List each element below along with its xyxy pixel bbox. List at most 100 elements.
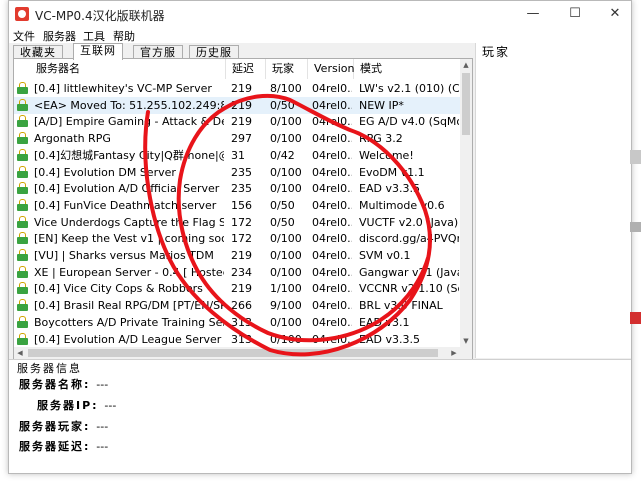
cell-name: [0.4] Brasil Real RPG/DM [PT/EN/SP]	[34, 299, 224, 313]
table-row[interactable]: [A/D] Empire Gaming - Attack & Def... 219…	[14, 113, 460, 130]
cell-mode: discord.gg/a4PVQr6n...	[359, 232, 459, 246]
cell-name: <EA> Moved To: 51.255.102.249:8192	[34, 98, 224, 112]
horizontal-scrollbar[interactable]: ◀ ▶	[14, 347, 460, 359]
table-row[interactable]: Boycotters A/D Private Training Server 31…	[14, 314, 460, 331]
cell-version: 04rel0...	[312, 332, 352, 346]
table-row[interactable]: [0.4]幻想城Fantasy City|Q群:none|@Fxz 31 0/42 0…	[14, 147, 460, 164]
column-header-version[interactable]: Version	[308, 59, 354, 79]
cell-mode: NEW IP*	[359, 98, 404, 112]
menu-server[interactable]: 服务器	[43, 28, 76, 44]
info-server-players-value: ---	[96, 420, 109, 433]
menu-bar: 文件 服务器 工具 帮助	[9, 27, 631, 43]
cell-version: 04rel0...	[312, 198, 352, 212]
server-list[interactable]: 服务器名 延迟 玩家 Version 模式 [0.4] littlewhitey…	[13, 58, 473, 360]
cell-version: 04rel0...	[312, 182, 352, 196]
cell-ping: 219	[231, 115, 252, 129]
app-icon	[15, 7, 29, 21]
cell-players: 0/50	[270, 198, 295, 212]
cell-name: XE | European Server - 0.4 [ Hosted ...	[34, 265, 224, 279]
menu-file[interactable]: 文件	[13, 28, 35, 44]
cell-mode: EG A/D v4.0 (SqMod) ...	[359, 115, 459, 129]
cell-version: 04rel0...	[312, 232, 352, 246]
table-row[interactable]: [0.4] Evolution DM Server 235 0/100 04rel0.…	[14, 164, 460, 181]
cell-version: 04rel0...	[312, 315, 352, 329]
column-header-name[interactable]: 服务器名	[30, 59, 226, 79]
vertical-scroll-thumb[interactable]	[462, 73, 470, 135]
table-row[interactable]: [EN] Keep the Vest v1 | coming soon 172 0/…	[14, 230, 460, 247]
cell-ping: 31	[231, 148, 245, 162]
horizontal-scroll-thumb[interactable]	[28, 349, 438, 357]
cell-name: [0.4] littlewhitey's VC-MP Server	[34, 82, 212, 95]
lock-icon	[17, 282, 28, 295]
column-header-mode[interactable]: 模式	[354, 59, 460, 79]
cell-version: 04rel0...	[312, 299, 352, 313]
table-row[interactable]: [0.4] Evolution A/D Official Server 235 0/…	[14, 180, 460, 197]
table-row[interactable]: [0.4] Brasil Real RPG/DM [PT/EN/SP] 266 9/…	[14, 297, 460, 314]
table-row[interactable]: Argonath RPG 297 0/100 04rel0... RPG 3.2	[14, 130, 460, 147]
background-window-edge-2	[630, 222, 641, 232]
cell-ping: 234	[231, 265, 252, 279]
cell-name: [A/D] Empire Gaming - Attack & Def...	[34, 115, 224, 129]
lock-icon	[17, 332, 28, 345]
table-row[interactable]: [0.4] FunVice Deathmatch server 156 0/50 04…	[14, 197, 460, 214]
vertical-scrollbar[interactable]: ▲ ▼	[460, 59, 472, 347]
menu-tools[interactable]: 工具	[83, 28, 105, 44]
cell-name: [0.4] Vice City Cops & Robbers	[34, 282, 203, 296]
info-server-players: 服务器玩家: ---	[19, 418, 108, 434]
table-row[interactable]: [0.4] littlewhitey's VC-MP Server 219 8/10…	[14, 80, 460, 97]
cell-ping: 219	[231, 249, 252, 262]
info-server-ping-value: ---	[96, 440, 109, 453]
cell-ping: 297	[231, 132, 252, 146]
column-header-players[interactable]: 玩家	[266, 59, 308, 79]
cell-ping: 172	[231, 215, 252, 229]
cell-ping: 219	[231, 82, 252, 95]
lock-icon	[17, 198, 28, 211]
lock-icon	[17, 232, 28, 245]
table-row[interactable]: [0.4] Vice City Cops & Robbers 219 1/100 04…	[14, 280, 460, 297]
cell-name: Argonath RPG	[34, 132, 111, 146]
table-row[interactable]: Vice Underdogs Capture the Flag Se... 172…	[14, 214, 460, 231]
table-row[interactable]: XE | European Server - 0.4 [ Hosted ... 2…	[14, 264, 460, 281]
info-server-ip-label: 服务器IP:	[37, 399, 99, 412]
tab-internet[interactable]: 互联网	[73, 43, 123, 60]
cell-ping: 235	[231, 182, 252, 196]
cell-version: 04rel0...	[312, 115, 352, 129]
cell-version: 04rel0...	[312, 165, 352, 179]
column-header-ping[interactable]: 延迟	[226, 59, 266, 79]
maximize-button[interactable]: ☐	[555, 1, 595, 27]
cell-mode: VUCTF v2.0 (Java)	[359, 215, 459, 229]
table-row[interactable]: [0.4] Evolution A/D League Server 313 0/10…	[14, 331, 460, 348]
cell-players: 0/100	[270, 182, 302, 196]
scroll-down-icon[interactable]: ▼	[460, 335, 472, 347]
info-server-ping-label: 服务器延迟:	[19, 440, 91, 453]
lock-icon	[17, 148, 28, 161]
title-bar[interactable]: VC-MP0.4汉化版联机器 — ☐ ✕	[9, 1, 631, 27]
cell-version: 04rel0...	[312, 265, 352, 279]
cell-ping: 313	[231, 315, 252, 329]
cell-version: 04rel0...	[312, 132, 352, 146]
window-title: VC-MP0.4汉化版联机器	[35, 9, 165, 23]
menu-help[interactable]: 帮助	[113, 28, 135, 44]
cell-ping: 266	[231, 299, 252, 313]
cell-mode: LW's v2.1 (010) (C++)	[359, 82, 459, 95]
table-row[interactable]: [VU] | Sharks versus Marios TDM 219 0/100 0…	[14, 247, 460, 264]
cell-ping: 219	[231, 282, 252, 296]
minimize-button[interactable]: —	[513, 1, 553, 27]
close-button[interactable]: ✕	[595, 1, 631, 27]
scroll-right-icon[interactable]: ▶	[448, 347, 460, 359]
cell-players: 9/100	[270, 299, 302, 313]
scroll-left-icon[interactable]: ◀	[14, 347, 26, 359]
cell-mode: EAD v3.3.5	[359, 182, 420, 196]
table-row[interactable]: <EA> Moved To: 51.255.102.249:8192 219 0/5…	[14, 96, 460, 114]
scrollbar-corner	[460, 347, 472, 359]
cell-mode: EvoDM v1.1	[359, 165, 425, 179]
cell-mode: Welcome!	[359, 148, 414, 162]
info-server-name-value: ---	[96, 378, 109, 391]
scroll-up-icon[interactable]: ▲	[460, 59, 472, 71]
info-server-name: 服务器名称: ---	[19, 376, 108, 392]
players-panel[interactable]: 玩家	[475, 43, 631, 358]
cell-players: 0/50	[270, 215, 295, 229]
lock-icon	[17, 115, 28, 128]
cell-name: [0.4] Evolution A/D Official Server	[34, 182, 220, 196]
cell-name: Vice Underdogs Capture the Flag Se...	[34, 215, 224, 229]
